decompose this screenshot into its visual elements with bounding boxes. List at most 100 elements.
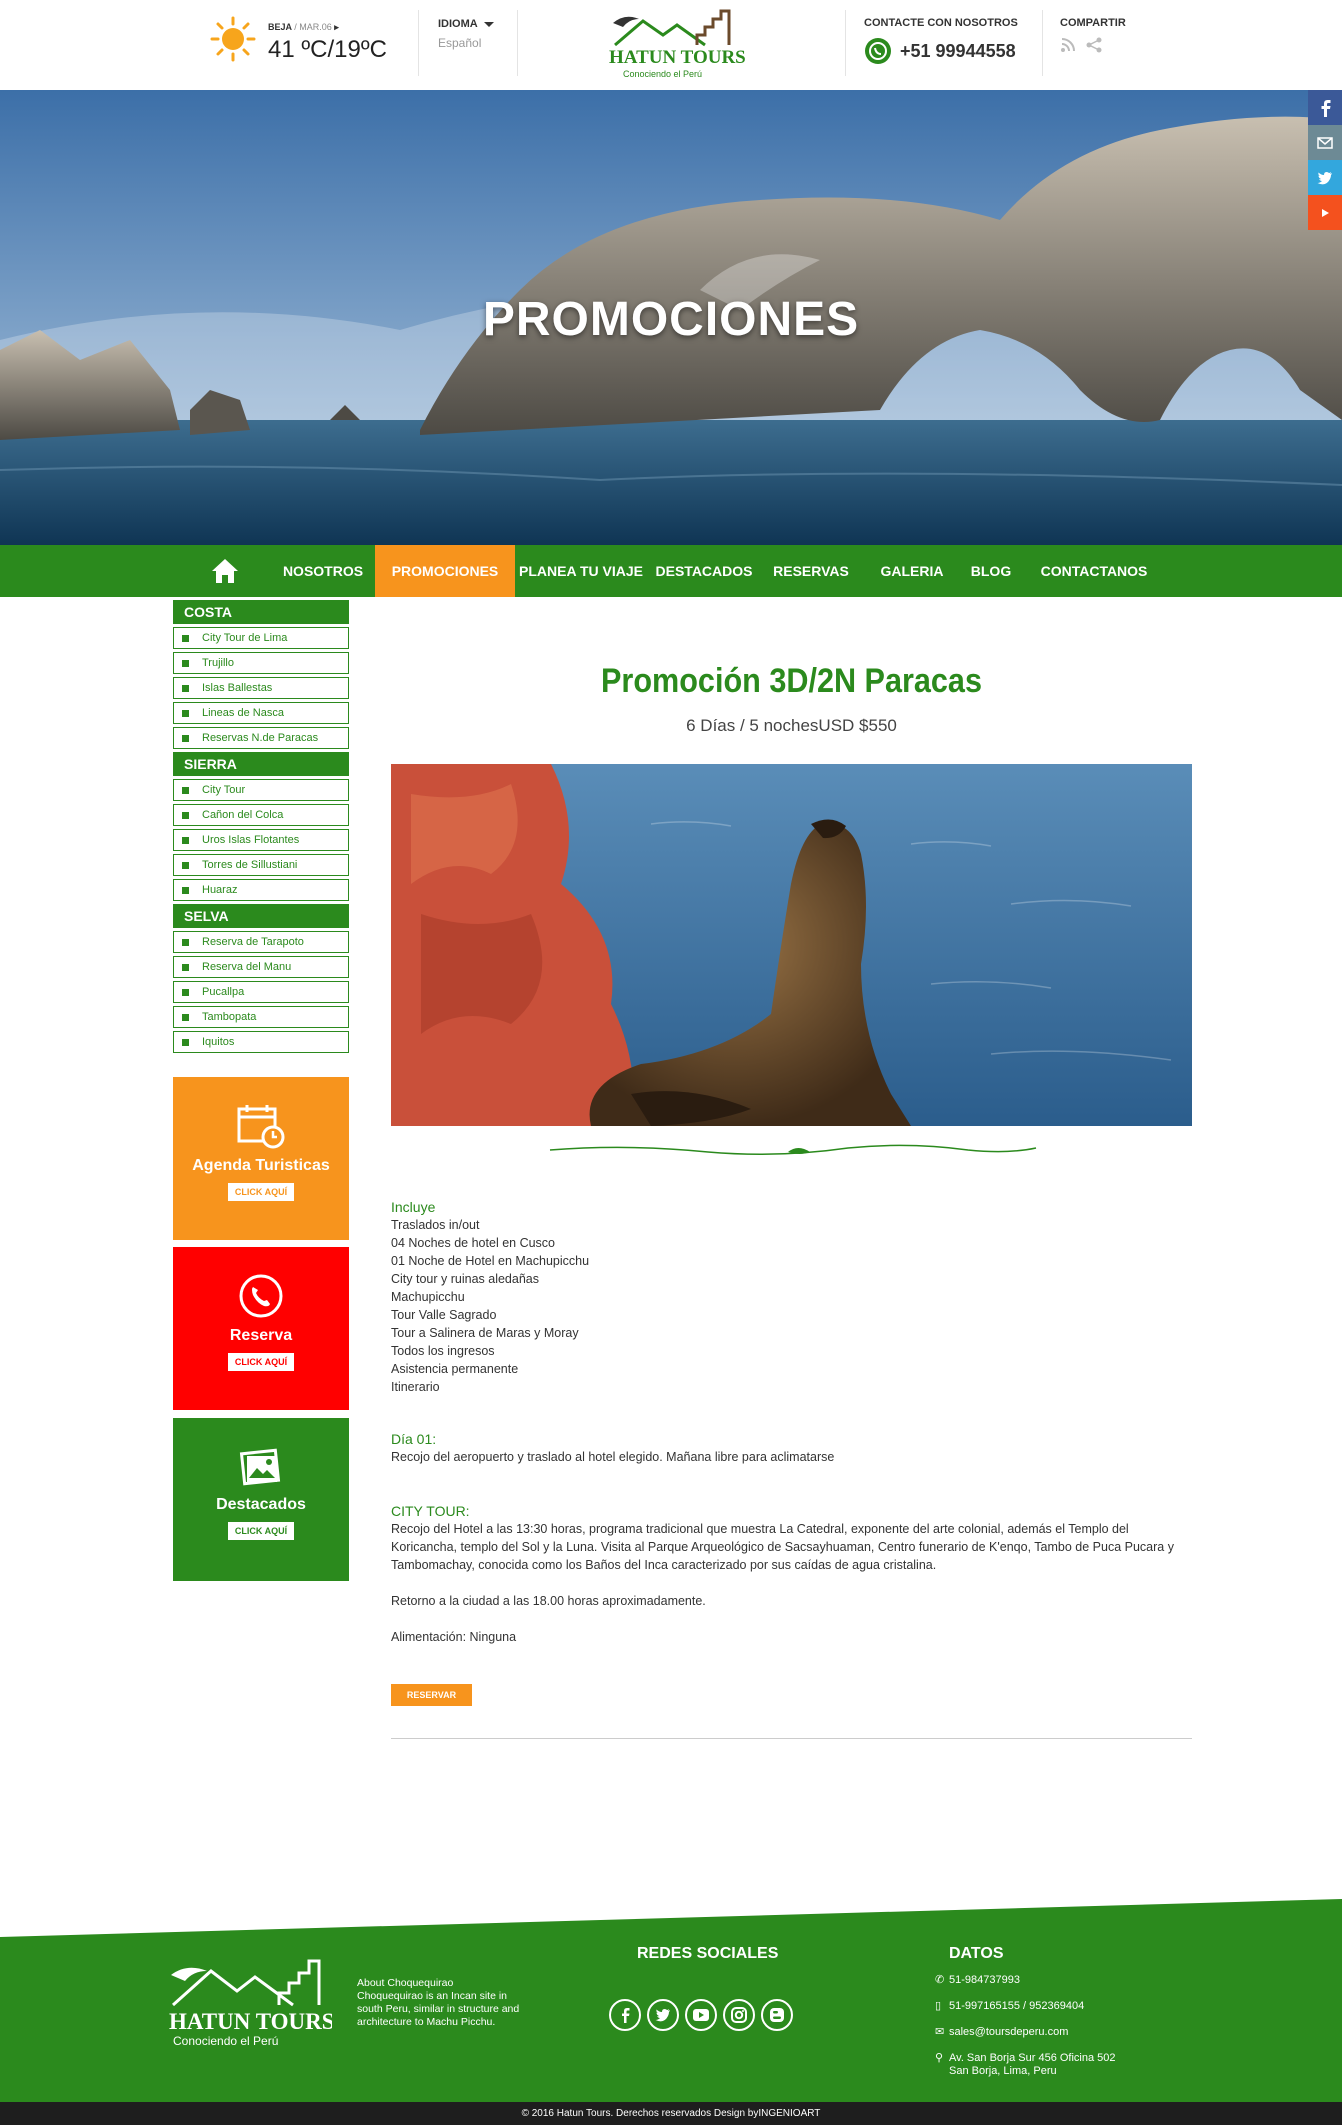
- twitter-icon[interactable]: [647, 1999, 679, 2031]
- footer-logo[interactable]: HATUN TOURS Conociendo el Perú: [167, 1951, 332, 2051]
- footer-address-1: Av. San Borja Sur 456 Oficina 502: [949, 2052, 1116, 2064]
- day1-heading: Día 01:: [391, 1431, 437, 1447]
- click-here-button[interactable]: CLICK AQUÍ: [227, 1522, 295, 1540]
- nav-reservas[interactable]: RESERVAS: [768, 545, 854, 597]
- sidebar-link[interactable]: Trujillo: [173, 652, 349, 674]
- sidebar-link[interactable]: City Tour: [173, 779, 349, 801]
- include-item: Tour a Salinera de Maras y Moray: [391, 1326, 579, 1340]
- facebook-icon[interactable]: [609, 1999, 641, 2031]
- email-icon: ✉: [935, 2026, 945, 2038]
- social-heading: REDES SOCIALES: [637, 1945, 779, 1962]
- nav-galeria[interactable]: GALERIA: [875, 545, 949, 597]
- promo-title: Reserva: [229, 1327, 293, 1344]
- youtube-icon[interactable]: [1308, 195, 1342, 230]
- logo-name: HATUN TOURS: [609, 47, 745, 68]
- site-logo[interactable]: HATUN TOURS Conociendo el Perú: [605, 5, 745, 83]
- sidebar-link[interactable]: Lineas de Nasca: [173, 702, 349, 724]
- promo-reserva[interactable]: Reserva CLICK AQUÍ: [173, 1247, 349, 1410]
- day1-text: Recojo del aeropuerto y traslado al hote…: [391, 1450, 835, 1464]
- youtube-icon[interactable]: [685, 1999, 717, 2031]
- about-block: About Choquequirao Choquequirao is an In…: [357, 1977, 527, 2029]
- gallery-icon: [239, 1448, 281, 1486]
- mobile-icon: ▯: [935, 2000, 942, 2012]
- contact-phone[interactable]: +51 99944558: [900, 41, 1016, 62]
- home-icon[interactable]: [210, 557, 240, 585]
- promo-destacados[interactable]: Destacados CLICK AQUÍ: [173, 1418, 349, 1581]
- about-text: Choquequirao is an Incan site in south P…: [357, 1990, 520, 2028]
- citytour-section: CITY TOUR: Recojo del Hotel a las 13:30 …: [391, 1502, 1192, 1646]
- sidebar-link[interactable]: Uros Islas Flotantes: [173, 829, 349, 851]
- logo-mark: HATUN TOURS Conociendo el Perú: [609, 9, 745, 79]
- nav-nosotros[interactable]: NOSOTROS: [275, 545, 371, 597]
- include-item: Traslados in/out: [391, 1218, 480, 1232]
- sidebar-link[interactable]: Reserva del Manu: [173, 956, 349, 978]
- sidebar-link[interactable]: Reservas N.de Paracas: [173, 727, 349, 749]
- footer-email[interactable]: sales@toursdeperu.com: [949, 2026, 1068, 2039]
- decorative-divider: [549, 1144, 1037, 1155]
- language-selector[interactable]: IDIOMA Español: [438, 18, 494, 50]
- whatsapp-icon: [865, 38, 891, 64]
- nav-contactanos[interactable]: CONTACTANOS: [1040, 545, 1148, 597]
- citytour-text: Recojo del Hotel a las 13:30 horas, prog…: [391, 1522, 1174, 1572]
- sidebar-link[interactable]: Reserva de Tarapoto: [173, 931, 349, 953]
- nav-promociones[interactable]: PROMOCIONES: [375, 545, 515, 597]
- copyright-bar: © 2016 Hatun Tours. Derechos reservados …: [0, 2102, 1342, 2125]
- sidebar-link[interactable]: Tambopata: [173, 1006, 349, 1028]
- promo-title: Destacados: [216, 1496, 306, 1513]
- sidebar-link[interactable]: Torres de Sillustiani: [173, 854, 349, 876]
- citytour-heading: CITY TOUR:: [391, 1503, 470, 1519]
- click-here-button[interactable]: CLICK AQUÍ: [227, 1353, 295, 1371]
- reserve-button[interactable]: RESERVAR: [391, 1684, 472, 1706]
- footer-address-2: San Borja, Lima, Peru: [949, 2065, 1057, 2077]
- food-text: Alimentación: Ninguna: [391, 1630, 517, 1644]
- sidebar-link[interactable]: Huaraz: [173, 879, 349, 901]
- sidebar-link[interactable]: Cañon del Colca: [173, 804, 349, 826]
- click-here-button[interactable]: CLICK AQUÍ: [227, 1183, 295, 1201]
- share-block: COMPARTIR: [1060, 17, 1126, 53]
- sea-lion-photo: [391, 764, 1192, 1126]
- sidebar-link[interactable]: Iquitos: [173, 1031, 349, 1053]
- nav-destacados[interactable]: DESTACADOS: [655, 545, 753, 597]
- email-icon[interactable]: [1308, 125, 1342, 160]
- include-item: 04 Noches de hotel en Cusco: [391, 1236, 555, 1250]
- include-item: 01 Noche de Hotel en Machupicchu: [391, 1254, 590, 1268]
- include-item: Todos los ingresos: [391, 1344, 495, 1358]
- footer: HATUN TOURS Conociendo el Perú About Cho…: [0, 1899, 1342, 2104]
- include-item: Machupicchu: [391, 1290, 465, 1304]
- include-item: City tour y ruinas aledañas: [391, 1272, 539, 1286]
- sidebar-link[interactable]: Pucallpa: [173, 981, 349, 1003]
- contact-data: ✆ 51-984737993 ▯ 51-997165155 / 952369404 …: [935, 1974, 1116, 2086]
- facebook-icon[interactable]: [1308, 90, 1342, 125]
- language-title[interactable]: IDIOMA: [438, 18, 494, 30]
- footer-phone-1: 51-984737993: [949, 1974, 1020, 1986]
- rss-icon[interactable]: [1060, 37, 1076, 53]
- language-value[interactable]: Español: [438, 36, 494, 50]
- twitter-icon[interactable]: [1308, 160, 1342, 195]
- sidebar-link[interactable]: Islas Ballestas: [173, 677, 349, 699]
- nav-planea-tu-viaje[interactable]: PLANEA TU VIAJE: [519, 545, 643, 597]
- blogger-icon[interactable]: [761, 1999, 793, 2031]
- nav-home[interactable]: [204, 545, 246, 597]
- footer-phone-2: 51-997165155 / 952369404: [949, 2000, 1085, 2012]
- divider: [517, 10, 518, 76]
- weather-temperature: 41 ºC/19ºC: [268, 36, 387, 63]
- contact-title: CONTACTE CON NOSOTROS: [864, 17, 1018, 29]
- divider: [845, 10, 846, 76]
- category-sierra: SIERRA: [173, 752, 349, 776]
- sun-icon: [210, 16, 256, 62]
- share-icon[interactable]: [1086, 37, 1102, 53]
- return-text: Retorno a la ciudad a las 18.00 horas ap…: [391, 1594, 706, 1608]
- include-item: Itinerario: [391, 1380, 440, 1394]
- promo-title: Agenda Turisticas: [192, 1157, 330, 1174]
- category-costa: COSTA: [173, 600, 349, 624]
- nav-blog[interactable]: BLOG: [965, 545, 1017, 597]
- phone-icon: ✆: [935, 1974, 945, 1986]
- instagram-icon[interactable]: [723, 1999, 755, 2031]
- divider: [1042, 10, 1043, 76]
- sidebar-link[interactable]: City Tour de Lima: [173, 627, 349, 649]
- footer-logo-name: HATUN TOURS: [169, 2009, 332, 2034]
- category-selva: SELVA: [173, 904, 349, 928]
- promo-agenda-turisticas[interactable]: Agenda Turisticas CLICK AQUÍ: [173, 1077, 349, 1240]
- logo-tagline: Conociendo el Perú: [623, 69, 702, 79]
- weather-location: BEJA: [268, 22, 292, 32]
